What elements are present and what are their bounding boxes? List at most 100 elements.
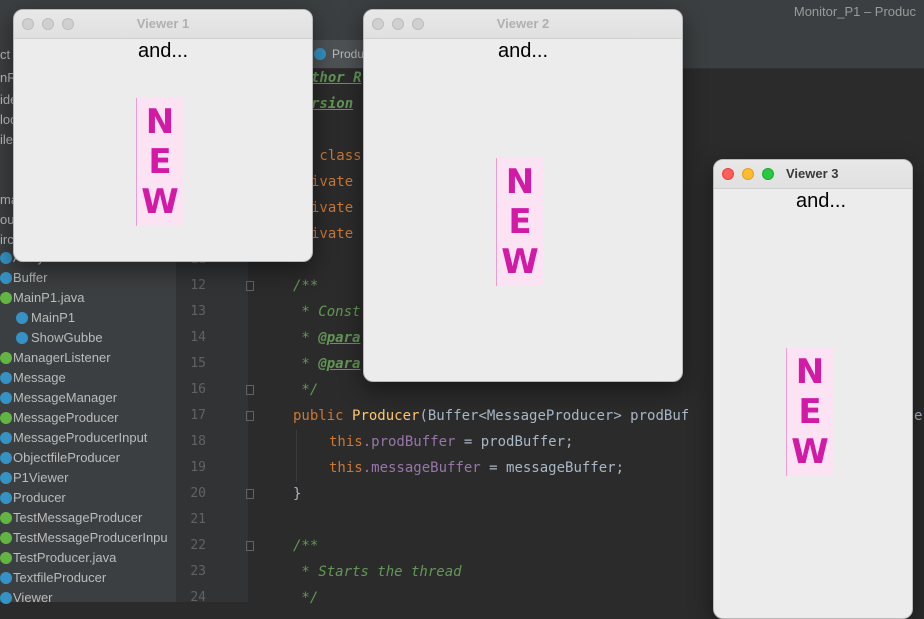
code-line[interactable]: * @para <box>293 325 360 351</box>
line-number: 20 <box>190 486 206 501</box>
code-line[interactable]: this.messageBuffer = messageBuffer; <box>329 455 624 481</box>
badge-letter: N <box>795 352 825 392</box>
sidebar-item-p1viewer[interactable]: P1Viewer <box>0 468 176 488</box>
fold-marker-icon[interactable] <box>246 281 254 291</box>
class-icon <box>0 452 12 464</box>
zoom-button-icon[interactable] <box>762 168 774 180</box>
sidebar-item-producer[interactable]: Producer <box>0 488 176 508</box>
fold-marker-icon[interactable] <box>246 541 254 551</box>
java-file-icon <box>0 292 12 304</box>
sidebar-item-messageproducer[interactable]: MessageProducer <box>0 408 176 428</box>
interface-icon <box>0 412 12 424</box>
class-icon <box>0 432 12 444</box>
code-line[interactable]: rsion <box>311 91 353 117</box>
code-line[interactable]: */ <box>293 585 318 611</box>
sidebar-item-messageproducerinput[interactable]: MessageProducerInput <box>0 428 176 448</box>
window-title: Viewer 3 <box>786 166 839 181</box>
class-icon <box>0 472 12 484</box>
line-number: 18 <box>190 434 206 449</box>
badge-letter: E <box>148 142 172 182</box>
sidebar-item-buffer[interactable]: Buffer <box>0 268 176 288</box>
line-number: 12 <box>190 278 206 293</box>
code-line[interactable]: * @para <box>293 351 360 377</box>
class-icon <box>0 372 12 384</box>
class-icon <box>16 312 28 324</box>
code-line[interactable]: * Const <box>293 299 360 325</box>
line-number: 24 <box>190 590 206 605</box>
class-icon <box>0 252 12 264</box>
sidebar-item-managerlistener[interactable]: ManagerListener <box>0 348 176 368</box>
class-icon <box>314 48 326 60</box>
badge-letter: W <box>501 242 539 282</box>
code-line[interactable]: public Producer(Buffer<MessageProducer> … <box>293 403 689 429</box>
code-line-tail: e <box>914 408 923 424</box>
code-line[interactable]: /** <box>293 533 318 559</box>
sidebar-item-viewer[interactable]: Viewer <box>0 588 176 608</box>
code-line[interactable]: } <box>293 481 301 507</box>
window-title: Viewer 2 <box>496 16 550 31</box>
badge-letter: E <box>798 392 822 432</box>
code-line[interactable]: thor R <box>311 65 362 91</box>
code-line[interactable]: * Starts the thread <box>293 559 461 585</box>
line-number: 15 <box>190 356 206 371</box>
sidebar-item-mainp1[interactable]: MainP1 <box>0 308 176 328</box>
sidebar-item-showgubbe[interactable]: ShowGubbe <box>0 328 176 348</box>
class-icon <box>0 572 12 584</box>
class-icon <box>0 392 12 404</box>
viewer-message: and... <box>137 40 189 62</box>
sidebar-clipped-row[interactable]: irc <box>0 230 14 250</box>
line-number: 19 <box>190 460 206 475</box>
code-line[interactable]: */ <box>293 377 318 403</box>
sidebar-item-testmessageproducer[interactable]: TestMessageProducer <box>0 508 176 528</box>
badge-letter: N <box>505 162 535 202</box>
viewer-3-titlebar[interactable]: Viewer 3 <box>714 160 912 189</box>
badge-letter: W <box>791 432 829 472</box>
sidebar-item-mainp1-java[interactable]: MainP1.java <box>0 288 176 308</box>
interface-icon <box>0 352 12 364</box>
java-file-icon <box>0 512 12 524</box>
viewer-message: and... <box>497 40 549 62</box>
line-number: 14 <box>190 330 206 345</box>
new-badge-image: N E W <box>496 158 543 286</box>
ide-window-title: Monitor_P1 – Produc <box>793 4 916 19</box>
line-number: 22 <box>190 538 206 553</box>
badge-letter: N <box>145 102 175 142</box>
badge-letter: E <box>508 202 532 242</box>
minimize-button-icon[interactable] <box>742 168 754 180</box>
viewer-3-window[interactable]: Viewer 3 and... N E W <box>713 159 913 619</box>
sidebar-clipped-row[interactable]: ct <box>0 45 10 65</box>
fold-marker-icon[interactable] <box>246 411 254 421</box>
sidebar-item-testmessageproducerinput[interactable]: TestMessageProducerInpu <box>0 528 176 548</box>
viewer-2-window[interactable]: Viewer 2 and... N E W <box>363 9 683 382</box>
badge-letter: W <box>141 182 179 222</box>
class-icon <box>0 592 12 604</box>
class-icon <box>0 492 12 504</box>
viewer-message: and... <box>795 190 847 212</box>
new-badge-image: N E W <box>136 98 183 226</box>
fold-marker-icon[interactable] <box>246 489 254 499</box>
code-line[interactable]: this.prodBuffer = prodBuffer; <box>329 429 573 455</box>
code-line[interactable]: ivate <box>311 169 353 195</box>
sidebar-item-textfileproducer[interactable]: TextfileProducer <box>0 568 176 588</box>
sidebar-clipped-row[interactable]: ile <box>0 130 13 150</box>
sidebar-item-testproducer-java[interactable]: TestProducer.java <box>0 548 176 568</box>
line-number: 13 <box>190 304 206 319</box>
class-icon <box>0 272 12 284</box>
fold-marker-icon[interactable] <box>246 385 254 395</box>
sidebar-item-message[interactable]: Message <box>0 368 176 388</box>
line-number: 16 <box>190 382 206 397</box>
viewer-1-titlebar[interactable]: Viewer 1 <box>14 10 312 39</box>
line-number: 21 <box>190 512 206 527</box>
code-line[interactable]: class <box>311 143 361 169</box>
viewer-2-titlebar[interactable]: Viewer 2 <box>364 10 682 39</box>
sidebar-item-objectfileproducer[interactable]: ObjectfileProducer <box>0 448 176 468</box>
close-button-icon[interactable] <box>722 168 734 180</box>
class-icon <box>16 332 28 344</box>
viewer-1-window[interactable]: Viewer 1 and... N E W <box>13 9 313 262</box>
line-number: 17 <box>190 408 206 423</box>
code-line[interactable]: ivate <box>311 195 353 221</box>
code-line[interactable]: /** <box>293 273 318 299</box>
sidebar-item-messagemanager[interactable]: MessageManager <box>0 388 176 408</box>
code-line[interactable]: ivate <box>311 221 353 247</box>
line-number: 23 <box>190 564 206 579</box>
